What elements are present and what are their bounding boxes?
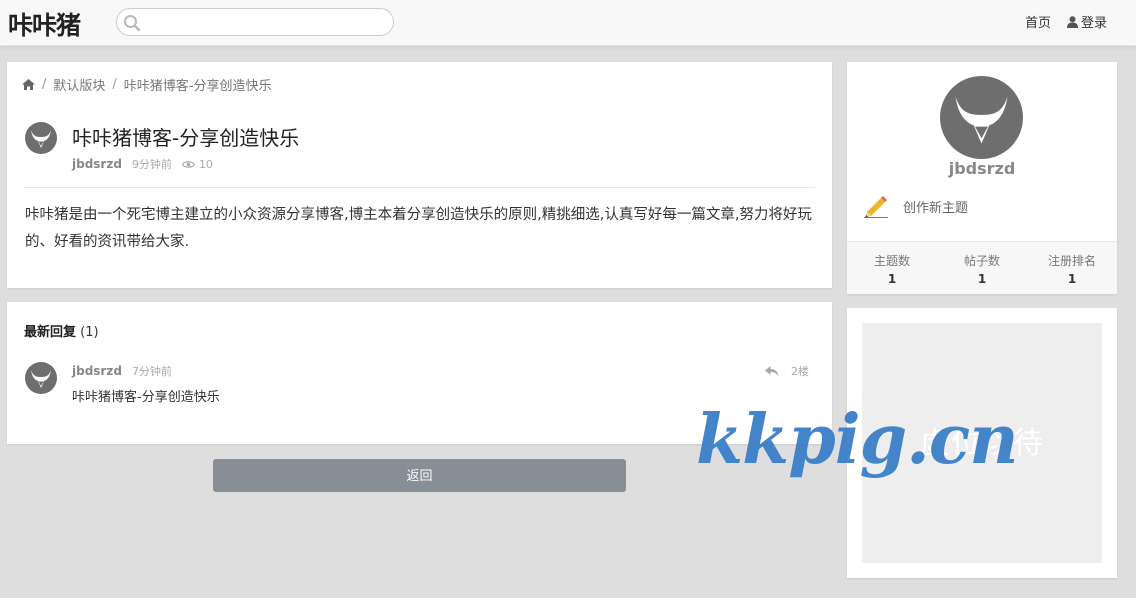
bull-logo-icon: [31, 130, 51, 148]
reply-author-link[interactable]: jbdsrzd: [72, 364, 122, 378]
stat-value: 1: [977, 272, 987, 286]
search-icon: [124, 15, 141, 32]
search-input[interactable]: [145, 12, 385, 32]
home-icon[interactable]: [22, 79, 35, 90]
stat-topics: 主题数 1: [847, 242, 937, 294]
bull-logo-icon: [31, 370, 51, 388]
stat-posts: 帖子数 1: [937, 242, 1027, 294]
breadcrumb-current: 咔咔猪博客-分享创造快乐: [123, 79, 272, 94]
create-topic-link[interactable]: 创作新主题: [863, 194, 968, 218]
user-icon: [1067, 15, 1078, 28]
back-button[interactable]: 返回: [213, 459, 626, 492]
stat-rank: 注册排名 1: [1027, 242, 1117, 294]
breadcrumb-section-link[interactable]: 默认版块: [53, 75, 105, 94]
post-title: 咔咔猪博客-分享创造快乐: [72, 126, 300, 150]
post-card: / 默认版块 / 咔咔猪博客-分享创造快乐 咔咔猪博客-分享创造快乐 jbdsr…: [7, 62, 832, 288]
stat-label: 主题数: [873, 254, 910, 268]
site-logo[interactable]: 咔咔猪: [8, 6, 81, 42]
nav-login-label: 登录: [1081, 16, 1108, 31]
stat-value: 1: [1067, 272, 1077, 286]
stat-value: 1: [887, 272, 897, 286]
profile-name[interactable]: jbdsrzd: [847, 159, 1117, 178]
search-box[interactable]: [116, 8, 394, 36]
reply-meta: jbdsrzd 7分钟前: [72, 363, 172, 379]
profile-card: jbdsrzd 创作新主题 主题数 1 帖子数 1 注册排名 1: [847, 62, 1117, 294]
profile-stats: 主题数 1 帖子数 1 注册排名 1: [847, 241, 1117, 294]
post-views: 10: [181, 157, 213, 171]
reply-floor-number: 2楼: [791, 365, 809, 378]
stat-label: 注册排名: [1047, 254, 1096, 268]
profile-avatar[interactable]: [940, 76, 1023, 159]
eye-icon: [181, 160, 195, 168]
top-navbar: 咔咔猪 首页 登录: [0, 0, 1136, 46]
post-divider: [24, 187, 815, 188]
bull-logo-icon: [955, 96, 1008, 144]
reply-time: 7分钟前: [131, 365, 172, 378]
breadcrumb: / 默认版块 / 咔咔猪博客-分享创造快乐: [22, 75, 272, 94]
pencil-icon: [864, 196, 888, 218]
post-author-link[interactable]: jbdsrzd: [72, 157, 122, 171]
post-views-count: 10: [198, 157, 213, 171]
replies-count: (1): [80, 325, 99, 340]
replies-heading: 最新回复 (1): [24, 321, 99, 340]
nav-home-link[interactable]: 首页: [1025, 12, 1051, 31]
create-topic-label: 创作新主题: [903, 200, 969, 216]
reply-text: 咔咔猪博客-分享创造快乐: [72, 390, 220, 405]
reply-actions: 2楼: [765, 363, 809, 379]
stat-label: 帖子数: [963, 254, 1000, 268]
nav-login-link[interactable]: 登录: [1067, 12, 1107, 31]
author-avatar[interactable]: [25, 122, 57, 154]
reply-author-avatar[interactable]: [25, 362, 57, 394]
post-time: 9分钟前: [131, 158, 172, 171]
post-meta: jbdsrzd 9分钟前 10: [72, 156, 213, 172]
reply-icon[interactable]: [765, 365, 779, 377]
site-watermark: kkpig.cn: [696, 400, 1019, 480]
replies-heading-label: 最新回复: [24, 325, 77, 340]
breadcrumb-separator: /: [112, 77, 117, 92]
breadcrumb-separator: /: [42, 77, 47, 92]
post-body: 咔咔猪是由一个死宅博主建立的小众资源分享博客,博主本着分享创造快乐的原则,精挑细…: [25, 207, 812, 250]
